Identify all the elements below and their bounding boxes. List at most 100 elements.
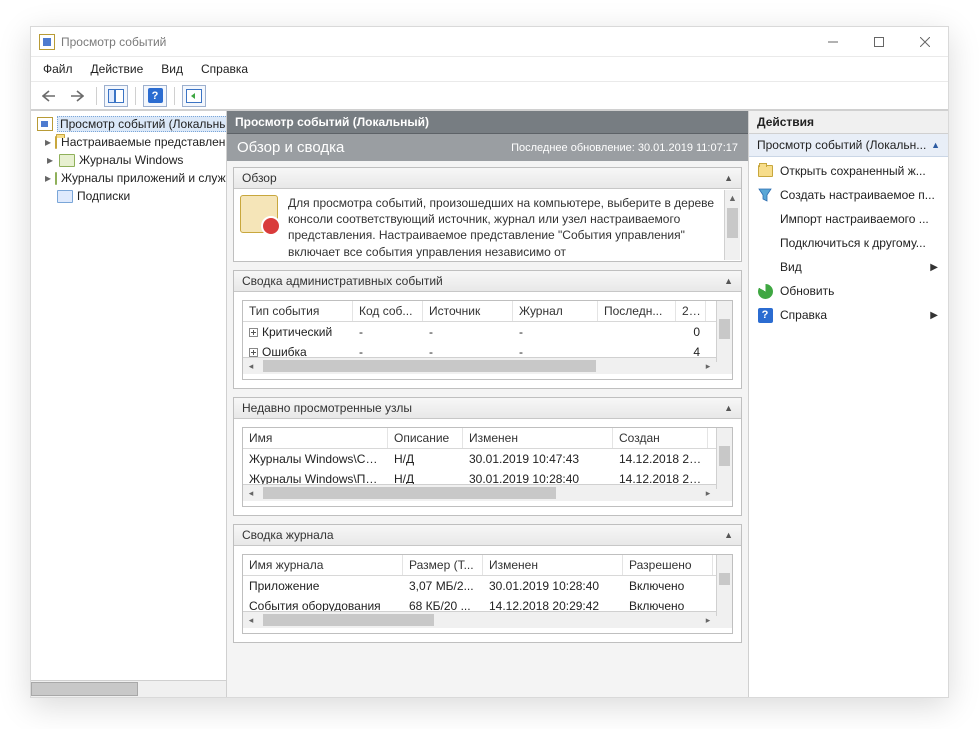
group-title: Недавно просмотренные узлы bbox=[242, 401, 412, 415]
tree-item-windows-logs[interactable]: ▸ Журналы Windows bbox=[35, 151, 226, 169]
collapse-icon[interactable]: ▲ bbox=[931, 140, 940, 150]
toolbar-fwd-button[interactable] bbox=[65, 85, 89, 107]
group-log-summary-header[interactable]: Сводка журнала ▲ bbox=[234, 525, 741, 546]
row-expander-icon[interactable] bbox=[249, 348, 258, 357]
action-label: Вид bbox=[780, 260, 802, 274]
menu-file[interactable]: Файл bbox=[35, 59, 81, 79]
expander-icon[interactable]: ▸ bbox=[45, 137, 51, 147]
col-size[interactable]: Размер (Т... bbox=[403, 555, 483, 575]
table-row[interactable]: Приложение 3,07 МБ/2... 30.01.2019 10:28… bbox=[243, 576, 732, 596]
group-log-summary: Сводка журнала ▲ Имя журнала Размер (Т..… bbox=[233, 524, 742, 643]
tree-pane: Просмотр событий (Локальный) ▸ Настраива… bbox=[31, 110, 226, 697]
col-last[interactable]: Последн... bbox=[598, 301, 676, 321]
col-created[interactable]: Создан bbox=[613, 428, 708, 448]
action-label: Справка bbox=[780, 308, 827, 322]
center-subtitle: Обзор и сводка bbox=[237, 139, 344, 156]
open-folder-icon bbox=[757, 163, 773, 179]
tree-horizontal-scrollbar[interactable] bbox=[31, 680, 226, 697]
action-connect-computer[interactable]: Подключиться к другому... bbox=[749, 231, 948, 255]
window-frame: Просмотр событий Файл Действие Вид Справ… bbox=[30, 26, 949, 698]
actions-context[interactable]: Просмотр событий (Локальн... ▲ bbox=[749, 134, 948, 157]
action-view-submenu[interactable]: Вид ▶ bbox=[749, 255, 948, 279]
close-button[interactable] bbox=[902, 27, 948, 57]
col-log[interactable]: Журнал bbox=[513, 301, 598, 321]
tree-label: Настраиваемые представления bbox=[61, 135, 226, 149]
action-open-saved-log[interactable]: Открыть сохраненный ж... bbox=[749, 159, 948, 183]
expander-icon[interactable]: ▸ bbox=[45, 155, 55, 165]
recent-vscroll[interactable] bbox=[716, 428, 732, 489]
col-event-type[interactable]: Тип события bbox=[243, 301, 353, 321]
tree-root[interactable]: Просмотр событий (Локальный) bbox=[35, 115, 226, 133]
toolbar-separator bbox=[135, 87, 136, 105]
toolbar-help-button[interactable]: ? bbox=[143, 85, 167, 107]
col-log-name[interactable]: Имя журнала bbox=[243, 555, 403, 575]
center-updated-label: Последнее обновление: 30.01.2019 11:07:1… bbox=[511, 142, 738, 154]
logsum-vscroll[interactable] bbox=[716, 555, 732, 616]
menu-help[interactable]: Справка bbox=[193, 59, 256, 79]
col-count[interactable]: 24... bbox=[676, 301, 706, 321]
toolbar-separator bbox=[96, 87, 97, 105]
tree[interactable]: Просмотр событий (Локальный) ▸ Настраива… bbox=[31, 111, 226, 680]
table-row[interactable]: События оборудования 68 КБ/20 ... 14.12.… bbox=[243, 596, 732, 611]
action-help[interactable]: ? Справка ▶ bbox=[749, 303, 948, 327]
toolbar-console-button[interactable] bbox=[104, 85, 128, 107]
action-label: Открыть сохраненный ж... bbox=[780, 164, 926, 178]
group-overview-header[interactable]: Обзор ▲ bbox=[234, 168, 741, 189]
col-event-id[interactable]: Код соб... bbox=[353, 301, 423, 321]
titlebar: Просмотр событий bbox=[31, 27, 948, 57]
center-header: Просмотр событий (Локальный) bbox=[227, 111, 748, 134]
group-recent-nodes-header[interactable]: Недавно просмотренные узлы ▲ bbox=[234, 398, 741, 419]
chevron-right-icon: ▶ bbox=[930, 262, 938, 273]
table-row[interactable]: Журналы Windows\Сис... Н/Д 30.01.2019 10… bbox=[243, 449, 732, 469]
action-label: Импорт настраиваемого ... bbox=[780, 212, 929, 226]
app-icon bbox=[39, 34, 55, 50]
tree-item-custom-views[interactable]: ▸ Настраиваемые представления bbox=[35, 133, 226, 151]
collapse-icon[interactable]: ▲ bbox=[724, 403, 733, 413]
actions-header: Действия bbox=[749, 111, 948, 134]
logsum-table-header[interactable]: Имя журнала Размер (Т... Изменен Разреше… bbox=[243, 555, 732, 576]
tree-item-subscriptions[interactable]: Подписки bbox=[35, 187, 226, 205]
maximize-button[interactable] bbox=[856, 27, 902, 57]
admin-vscroll[interactable] bbox=[716, 301, 732, 362]
center-subheader: Обзор и сводка Последнее обновление: 30.… bbox=[227, 134, 748, 161]
col-modified[interactable]: Изменен bbox=[463, 428, 613, 448]
collapse-icon[interactable]: ▲ bbox=[724, 530, 733, 540]
filter-icon bbox=[757, 187, 773, 203]
help-icon: ? bbox=[148, 88, 163, 103]
table-row[interactable]: Критический - - - 0 bbox=[243, 322, 732, 342]
collapse-icon[interactable]: ▲ bbox=[724, 173, 733, 183]
center-pane: Просмотр событий (Локальный) Обзор и сво… bbox=[226, 110, 748, 697]
recent-table-header[interactable]: Имя Описание Изменен Создан bbox=[243, 428, 732, 449]
collapse-icon[interactable]: ▲ bbox=[724, 276, 733, 286]
overview-scrollbar[interactable]: ▲ bbox=[724, 190, 740, 260]
action-refresh[interactable]: Обновить bbox=[749, 279, 948, 303]
menu-view[interactable]: Вид bbox=[153, 59, 191, 79]
table-row[interactable]: Журналы Windows\При... Н/Д 30.01.2019 10… bbox=[243, 469, 732, 484]
recent-hscroll[interactable]: ◂ ▸ bbox=[243, 484, 732, 501]
subscriptions-icon bbox=[57, 190, 73, 203]
group-admin-summary-header[interactable]: Сводка административных событий ▲ bbox=[234, 271, 741, 292]
col-enabled[interactable]: Разрешено bbox=[623, 555, 713, 575]
expander-icon[interactable]: ▸ bbox=[45, 173, 51, 183]
row-expander-icon[interactable] bbox=[249, 328, 258, 337]
overview-text: Для просмотра событий, произошедших на к… bbox=[288, 195, 735, 260]
tree-item-app-logs[interactable]: ▸ Журналы приложений и служб bbox=[35, 169, 226, 187]
chevron-right-icon: ▶ bbox=[930, 310, 938, 321]
minimize-button[interactable] bbox=[810, 27, 856, 57]
action-create-custom-view[interactable]: Создать настраиваемое п... bbox=[749, 183, 948, 207]
toolbar-back-button[interactable] bbox=[37, 85, 61, 107]
col-desc[interactable]: Описание bbox=[388, 428, 463, 448]
table-row[interactable]: Ошибка - - - 4 bbox=[243, 342, 732, 357]
action-import-custom-view[interactable]: Импорт настраиваемого ... bbox=[749, 207, 948, 231]
col-modified[interactable]: Изменен bbox=[483, 555, 623, 575]
tree-root-label: Просмотр событий (Локальный) bbox=[57, 116, 226, 132]
actions-pane: Действия Просмотр событий (Локальн... ▲ … bbox=[748, 110, 948, 697]
col-source[interactable]: Источник bbox=[423, 301, 513, 321]
col-name[interactable]: Имя bbox=[243, 428, 388, 448]
admin-table-header[interactable]: Тип события Код соб... Источник Журнал П… bbox=[243, 301, 732, 322]
logsum-hscroll[interactable]: ◂ ▸ bbox=[243, 611, 732, 628]
group-title: Сводка административных событий bbox=[242, 274, 443, 288]
toolbar-preview-button[interactable] bbox=[182, 85, 206, 107]
admin-hscroll[interactable]: ◂ ▸ bbox=[243, 357, 732, 374]
menu-action[interactable]: Действие bbox=[83, 59, 152, 79]
